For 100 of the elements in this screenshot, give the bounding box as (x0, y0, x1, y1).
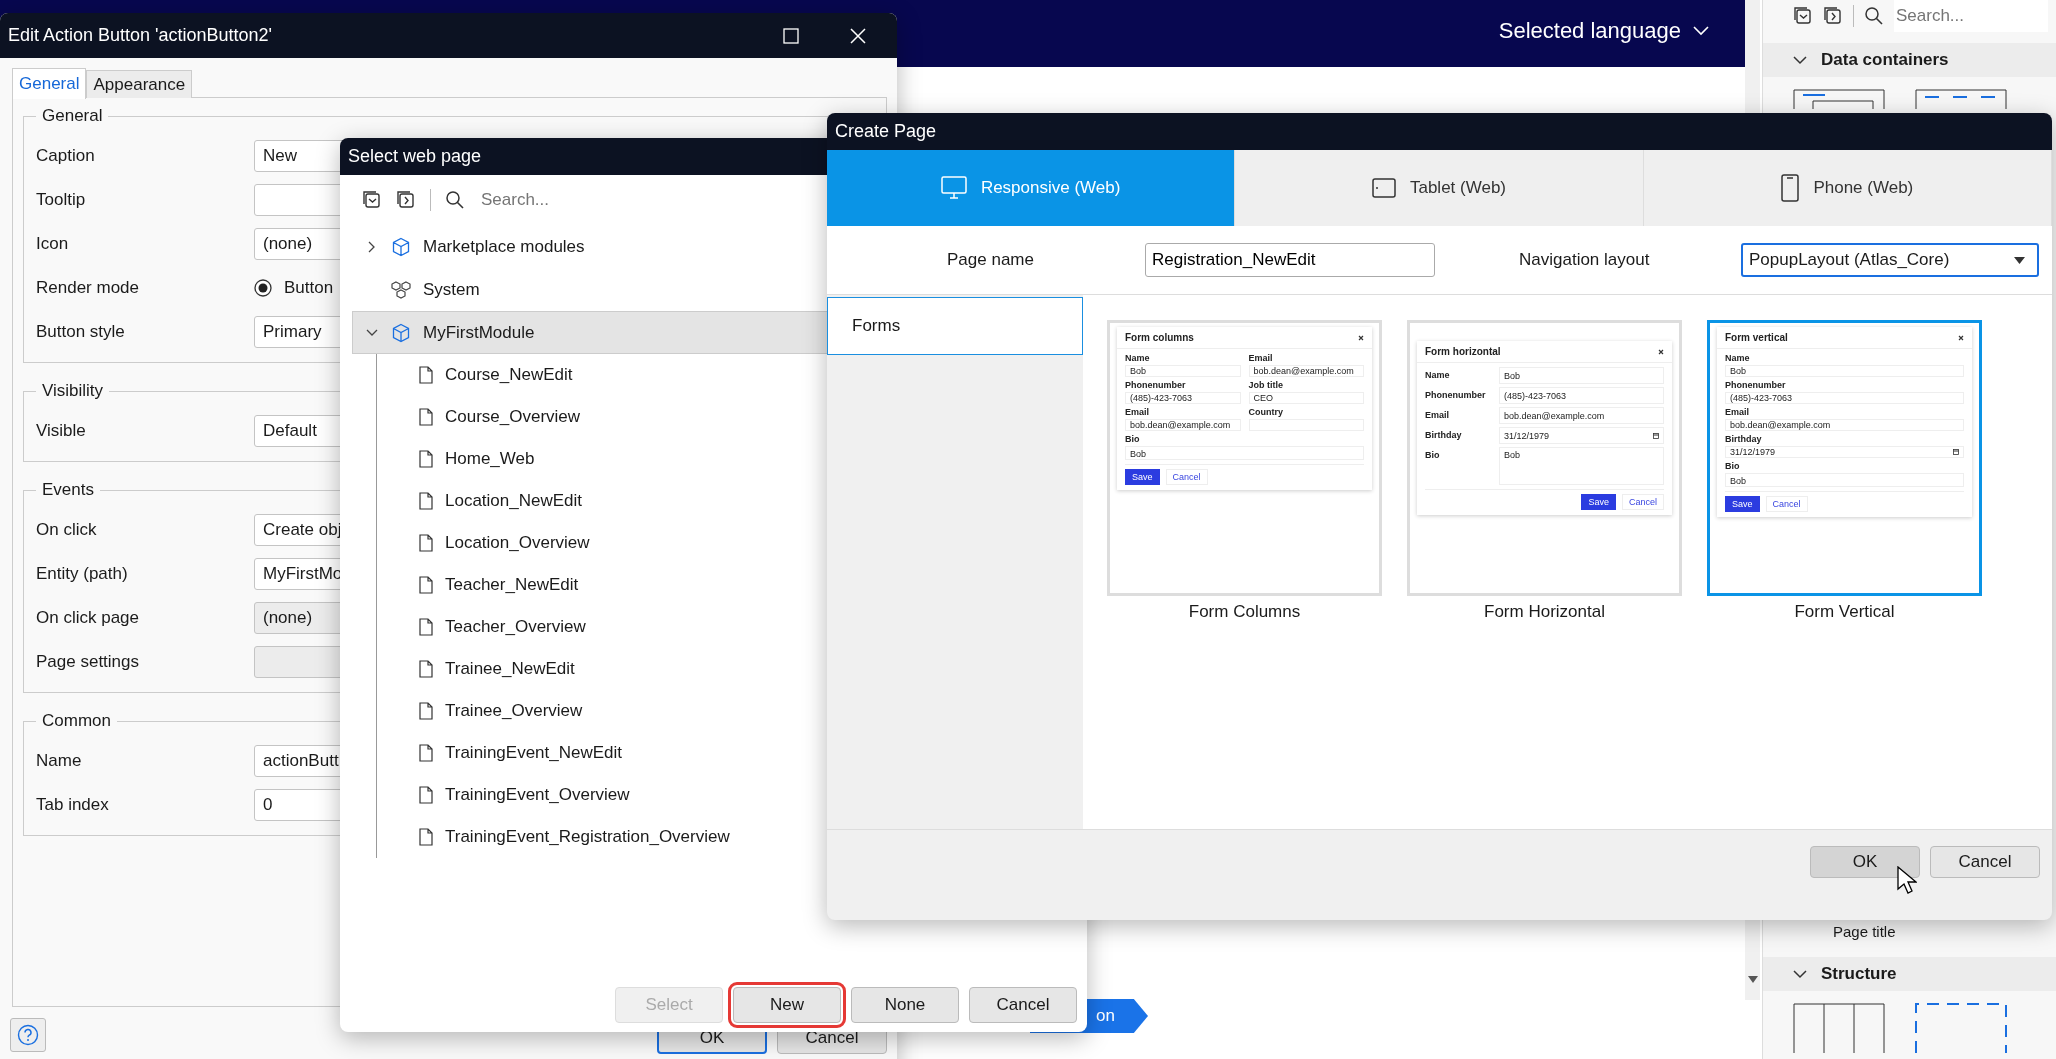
tab[interactable]: General (12, 68, 87, 99)
collapse-all-icon[interactable] (1793, 6, 1813, 26)
template-thumbnail[interactable]: Form vertical Name Bob Phonenumber (485)-423-7063 Email bob.dean@example.com Birthday 31/12/1979 Bio Bob Save Cancel (1707, 320, 1982, 596)
calendar-icon (1653, 432, 1659, 439)
dialog-button[interactable]: None (851, 987, 959, 1023)
file-icon (419, 576, 433, 594)
phone-icon (1781, 174, 1800, 202)
tab[interactable]: Appearance (86, 70, 193, 98)
calendar-icon (1953, 449, 1959, 455)
form-button: Save (1725, 496, 1760, 512)
template-caption: Form Vertical (1794, 602, 1895, 622)
dropdown-arrow-icon (2014, 256, 2025, 264)
form-label: Country (1248, 407, 1284, 417)
tree-item[interactable]: Teacher_Overview (377, 606, 1087, 648)
window-title: Create Page (835, 121, 937, 142)
window-title: Select web page (348, 146, 482, 167)
form-input: Bob (1499, 447, 1664, 485)
chevron-icon (1793, 969, 1807, 979)
close-icon (1958, 334, 1964, 341)
form-label: Email (1248, 353, 1274, 363)
tree-item[interactable]: Teacher_NewEdit (377, 564, 1087, 606)
field-label: Name (36, 751, 83, 771)
form-label: Phonenumber (1125, 380, 1187, 390)
dialog-button[interactable]: Cancel (969, 987, 1077, 1023)
radio-button[interactable]: Button (254, 278, 334, 298)
form-input: Bob (1125, 365, 1241, 377)
form-input: Bob (1125, 446, 1364, 460)
tree-item[interactable]: TrainingEvent_NewEdit (377, 732, 1087, 774)
form-input: (485)-423-7063 (1725, 392, 1964, 404)
window-title: Edit Action Button 'actionButton2' (8, 25, 273, 46)
tree-item[interactable]: Course_NewEdit (377, 354, 1087, 396)
template-thumbnail[interactable]: Form columns Name Bob Email bob.dean@example.com Phonenumber (485)-423-7063 Job title CEO Email bob.dean@example.com Country Bio Bob Save Cancel (1107, 320, 1382, 596)
container-widget-icon[interactable] (1915, 1003, 2007, 1053)
form-label: Birthday (1725, 434, 1763, 444)
field-label: Visible (36, 421, 87, 441)
maximize-icon[interactable] (783, 28, 799, 44)
form-label: Bio (1125, 434, 1141, 444)
tree-item[interactable]: Course_Overview (377, 396, 1087, 438)
page-name-field[interactable]: Registration_NewEdit (1145, 243, 1435, 277)
template-caption: Form Columns (1188, 602, 1301, 622)
template-thumbnail[interactable]: Form horizontal Name Bob Phonenumber (485)-423-7063 Email bob.dean@example.com Birthday 31/12/1979 Bio Bob Save Cancel (1407, 320, 1682, 596)
columns-widget-icon[interactable] (1793, 1003, 1885, 1053)
expand-all-icon[interactable] (396, 190, 416, 210)
tree-item[interactable]: Trainee_Overview (377, 690, 1087, 732)
language-menu[interactable]: Selected language (1498, 18, 1709, 44)
form-button: Cancel (1165, 469, 1208, 485)
field-label: Page name (947, 250, 1035, 270)
form-input: 31/12/1979 (1725, 446, 1964, 458)
group-title: Events (41, 480, 95, 500)
form-input: bob.dean@example.com (1248, 365, 1364, 377)
form-title: Form horizontal (1425, 346, 1501, 357)
section-header[interactable]: Data containers (1763, 43, 2056, 77)
radio-icon (254, 279, 272, 297)
form-input: Bob (1725, 365, 1964, 377)
cube-icon (391, 322, 411, 343)
file-icon (419, 450, 433, 468)
category-item[interactable]: Forms (827, 297, 1083, 355)
field-label: Icon (36, 234, 70, 254)
file-icon (419, 660, 433, 678)
close-icon (1658, 348, 1664, 355)
tree-item[interactable]: Location_NewEdit (377, 480, 1087, 522)
field-label: Tab index (36, 795, 110, 815)
help-button[interactable] (10, 1018, 46, 1052)
form-button: Save (1581, 494, 1616, 510)
tree-item[interactable]: Home_Web (377, 438, 1087, 480)
widget-icon[interactable] (1915, 89, 2007, 109)
form-button: Cancel (1765, 496, 1808, 512)
group-title: Visibility (41, 381, 105, 401)
dialog-button[interactable]: Cancel (1930, 846, 2040, 878)
form-label: Email (1125, 407, 1150, 417)
search-field[interactable]: Search... (1894, 0, 2048, 32)
dialog-button[interactable]: OK (1810, 846, 1920, 878)
file-icon (419, 786, 433, 804)
file-icon (419, 408, 433, 426)
tree-item[interactable]: Location_Overview (377, 522, 1087, 564)
form-label: Name (1125, 353, 1151, 363)
form-input: (485)-423-7063 (1499, 387, 1664, 404)
form-label: Job title (1248, 380, 1284, 390)
close-icon[interactable] (850, 28, 866, 44)
template-caption: Form Horizontal (1484, 602, 1605, 622)
section-header[interactable]: Structure (1763, 957, 2056, 991)
file-icon (419, 492, 433, 510)
expand-all-icon[interactable] (1823, 6, 1843, 26)
widget-icon[interactable] (1793, 89, 1885, 109)
field-label: Entity (path) (36, 564, 129, 584)
tree-item[interactable]: TrainingEvent_Overview (377, 774, 1087, 816)
form-input: Bob (1499, 367, 1664, 384)
tree-item[interactable]: Trainee_NewEdit (377, 648, 1087, 690)
collapse-all-icon[interactable] (362, 190, 382, 210)
form-label: Email (1725, 407, 1750, 417)
form-input: bob.dean@example.com (1499, 407, 1664, 424)
layout-dropdown[interactable]: PopupLayout (Atlas_Core) (1741, 243, 2039, 277)
tree-item[interactable]: TrainingEvent_Registration_Overview (377, 816, 1087, 858)
field-label: On click (36, 520, 98, 540)
form-button: Save (1125, 469, 1160, 485)
scroll-down-icon[interactable] (1748, 976, 1758, 983)
file-icon (419, 828, 433, 846)
cubes-icon (391, 279, 411, 300)
field-label: Caption (36, 146, 96, 166)
field-label: Navigation layout (1519, 250, 1651, 270)
